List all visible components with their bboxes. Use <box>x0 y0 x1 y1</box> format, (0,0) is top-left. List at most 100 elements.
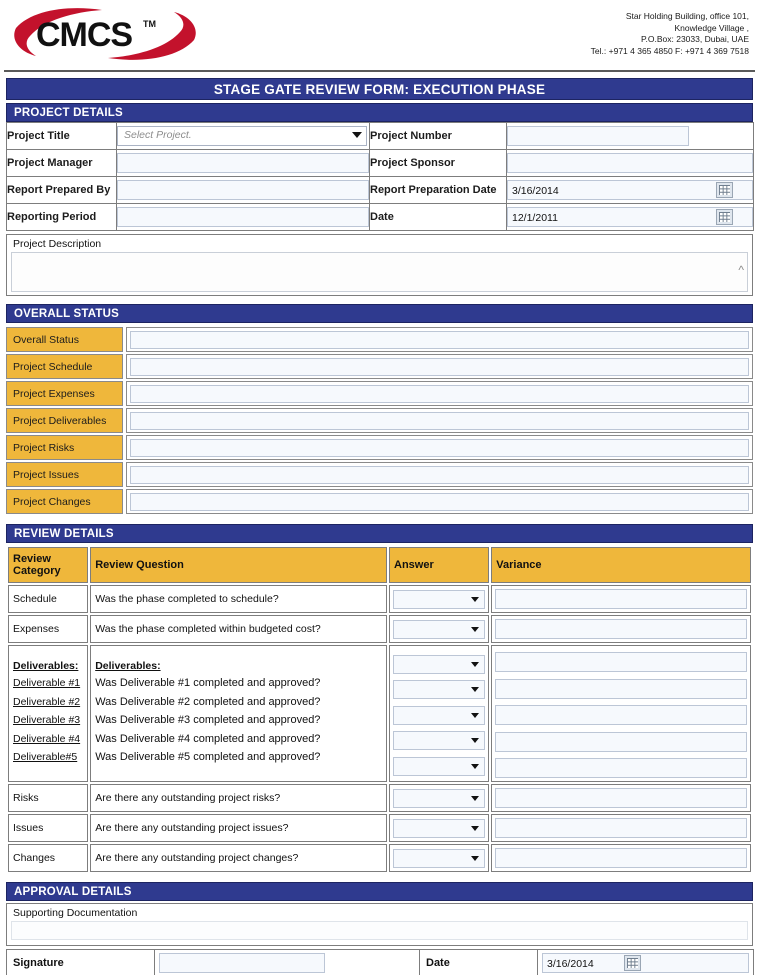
report-preparation-date-label: Report Preparation Date <box>369 176 507 204</box>
variance-input-issues[interactable] <box>495 818 747 838</box>
supporting-documentation-label: Supporting Documentation <box>13 907 138 919</box>
deliverables-question-heading: Deliverables: <box>95 660 161 673</box>
deliverable-link-1[interactable]: Deliverable #1 <box>13 674 83 693</box>
answer-select-deliverable-2[interactable] <box>393 680 486 699</box>
answer-select-deliverable-3[interactable] <box>393 705 486 725</box>
table-row: Project Schedule <box>6 354 753 379</box>
report-preparation-date-cell: 3/16/2014 <box>506 176 754 204</box>
deliverables-variance-cell <box>491 645 751 782</box>
variance-input-schedule[interactable] <box>495 589 747 609</box>
project-sponsor-label: Project Sponsor <box>369 149 507 177</box>
project-number-cell <box>506 122 754 150</box>
supporting-documentation-input[interactable] <box>11 921 748 940</box>
project-risks-label: Project Risks <box>6 435 123 460</box>
reporting-period-cell <box>116 203 370 231</box>
table-row: Project Title Select Project. Project Nu… <box>6 122 754 150</box>
letterhead: CMCS TM Star Holding Building, office 10… <box>0 0 759 68</box>
answer-select-schedule[interactable] <box>393 589 486 609</box>
answer-select-issues[interactable] <box>393 818 486 838</box>
signature-input[interactable] <box>159 953 326 973</box>
project-changes-input[interactable] <box>130 492 749 511</box>
project-manager-label: Project Manager <box>6 149 117 177</box>
answer-cell-schedule <box>389 585 490 613</box>
project-expenses-input[interactable] <box>130 384 749 403</box>
answer-select-risks[interactable] <box>393 788 486 808</box>
signature-cell <box>154 949 420 975</box>
variance-cell-changes <box>491 844 751 872</box>
deliverable-link-3[interactable]: Deliverable #3 <box>13 711 83 730</box>
project-risks-input[interactable] <box>130 438 749 457</box>
table-row: Reporting Period Date 12/1/2011 <box>6 203 754 231</box>
report-prepared-by-input[interactable] <box>117 180 369 200</box>
deliverable-link-4[interactable]: Deliverable #4 <box>13 730 83 749</box>
project-number-input[interactable] <box>507 126 690 146</box>
answer-select-deliverable-1[interactable] <box>393 654 486 674</box>
variance-input-deliverable-2[interactable] <box>495 678 747 699</box>
variance-input-deliverable-5[interactable] <box>495 758 747 778</box>
company-address: Star Holding Building, office 101, Knowl… <box>591 6 751 57</box>
signature-label: Signature <box>6 949 155 975</box>
deliverables-variance-stack <box>495 649 747 778</box>
project-issues-label: Project Issues <box>6 462 123 487</box>
variance-input-deliverable-1[interactable] <box>495 652 747 672</box>
overall-status-table: Overall Status Project Schedule Project … <box>6 325 753 516</box>
table-header-row: Review Category Review Question Answer V… <box>8 547 751 583</box>
chevron-down-icon <box>471 763 480 769</box>
project-issues-value-cell <box>126 462 753 487</box>
review-category-risks: Risks <box>8 784 89 812</box>
letterhead-divider <box>4 70 755 72</box>
table-row: Project Deliverables <box>6 408 753 433</box>
project-title-label: Project Title <box>6 122 117 150</box>
project-deliverables-value-cell <box>126 408 753 433</box>
deliverable-link-2[interactable]: Deliverable #2 <box>13 693 83 712</box>
variance-input-deliverable-4[interactable] <box>495 731 747 752</box>
variance-cell-risks <box>491 784 751 812</box>
table-row: Report Prepared By Report Preparation Da… <box>6 176 754 204</box>
review-category-changes: Changes <box>8 844 89 872</box>
deliverables-answer-cell <box>389 645 490 782</box>
cmcs-logo: CMCS TM <box>10 6 200 64</box>
answer-select-changes[interactable] <box>393 848 486 868</box>
variance-input-deliverable-3[interactable] <box>495 705 747 725</box>
variance-input-expenses[interactable] <box>495 619 747 639</box>
project-expenses-label: Project Expenses <box>6 381 123 406</box>
reporting-period-label: Reporting Period <box>6 203 117 231</box>
calendar-icon[interactable] <box>624 955 641 971</box>
answer-select-deliverable-5[interactable] <box>393 756 486 776</box>
variance-input-changes[interactable] <box>495 848 747 868</box>
cmcs-logo-icon: CMCS TM <box>14 8 196 60</box>
reporting-period-input[interactable] <box>117 207 369 227</box>
overall-status-input[interactable] <box>130 330 749 349</box>
project-description-textarea[interactable]: ^ <box>11 252 748 292</box>
table-row: Project Changes <box>6 489 753 514</box>
report-preparation-date-field[interactable]: 3/16/2014 <box>507 180 753 200</box>
resize-handle-icon[interactable]: ^ <box>738 264 744 276</box>
variance-input-risks[interactable] <box>495 788 747 808</box>
review-details-table: Review Category Review Question Answer V… <box>6 545 753 874</box>
approval-date-input[interactable]: 3/16/2014 <box>542 953 749 973</box>
project-manager-input[interactable] <box>117 153 369 173</box>
svg-text:TM: TM <box>143 19 156 29</box>
calendar-icon[interactable] <box>716 209 733 225</box>
date-field[interactable]: 12/1/2011 <box>507 207 753 227</box>
approval-date-field[interactable]: 3/16/2014 <box>542 953 749 973</box>
deliverable-question-3: Was Deliverable #3 completed and approve… <box>95 714 321 727</box>
variance-header: Variance <box>491 547 751 583</box>
project-title-select[interactable]: Select Project. <box>117 126 367 146</box>
project-risks-value-cell <box>126 435 753 460</box>
project-changes-value-cell <box>126 489 753 514</box>
form-title: STAGE GATE REVIEW FORM: EXECUTION PHASE <box>6 78 753 100</box>
project-issues-input[interactable] <box>130 465 749 484</box>
project-sponsor-input[interactable] <box>507 153 753 173</box>
project-schedule-input[interactable] <box>130 357 749 376</box>
calendar-icon[interactable] <box>716 182 733 198</box>
answer-select-deliverable-4[interactable] <box>393 731 486 750</box>
review-category-header-line1: Review <box>13 553 51 565</box>
answer-select-expenses[interactable] <box>393 619 486 639</box>
project-deliverables-input[interactable] <box>130 411 749 430</box>
project-description-box: Project Description ^ <box>6 234 753 296</box>
deliverable-link-5[interactable]: Deliverable#5 <box>13 748 83 767</box>
chevron-down-icon <box>471 596 480 602</box>
deliverables-question-cell: Deliverables: Was Deliverable #1 complet… <box>90 645 387 782</box>
table-row: Project Expenses <box>6 381 753 406</box>
